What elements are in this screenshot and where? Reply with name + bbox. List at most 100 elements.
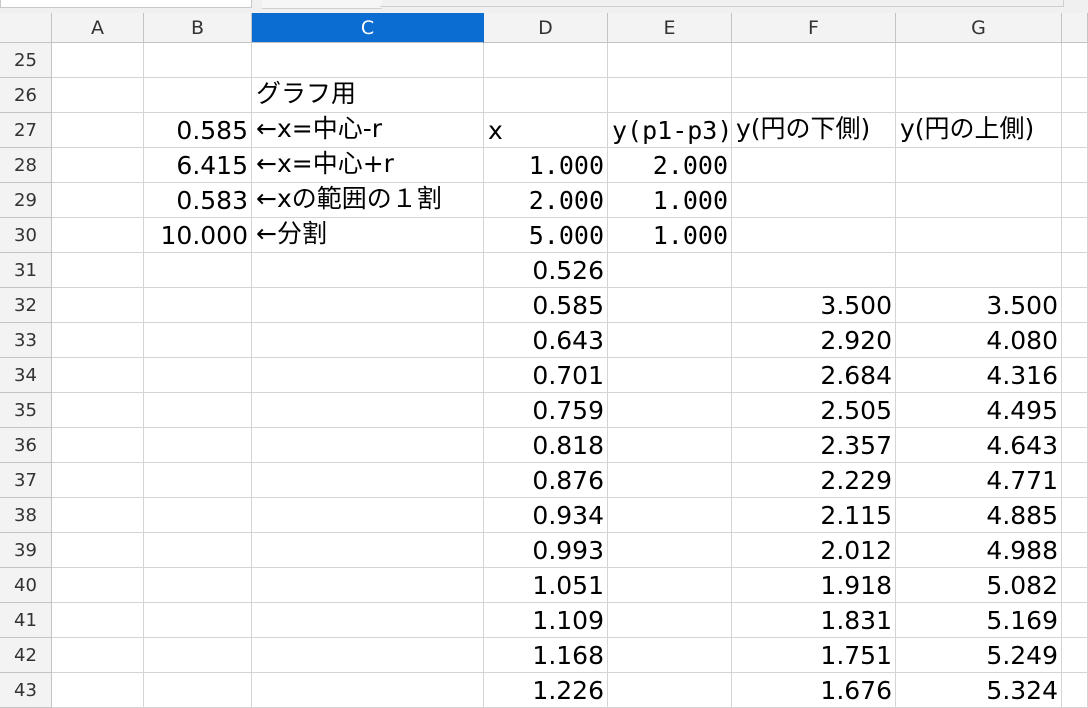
cell-d37[interactable]: 0.876 [484,463,608,498]
cell-f32[interactable]: 3.500 [732,288,896,323]
cell-b39[interactable] [144,533,252,568]
cell-c43[interactable] [252,673,484,708]
cell-e30[interactable]: 1.000 [608,218,732,253]
cell-a39[interactable] [52,533,144,568]
cell-g29[interactable] [896,183,1062,218]
cell-h30[interactable] [1062,218,1088,253]
cell-g42[interactable]: 5.249 [896,638,1062,673]
cell-b27[interactable]: 0.585 [144,113,252,148]
cell-c41[interactable] [252,603,484,638]
cell-c39[interactable] [252,533,484,568]
cell-f33[interactable]: 2.920 [732,323,896,358]
cell-f35[interactable]: 2.505 [732,393,896,428]
cell-a40[interactable] [52,568,144,603]
cell-g34[interactable]: 4.316 [896,358,1062,393]
row-header[interactable]: 41 [0,603,52,638]
cell-a25[interactable] [52,43,144,78]
cell-g35[interactable]: 4.495 [896,393,1062,428]
cell-e33[interactable] [608,323,732,358]
cell-e43[interactable] [608,673,732,708]
cell-e29[interactable]: 1.000 [608,183,732,218]
cell-c38[interactable] [252,498,484,533]
cell-d41[interactable]: 1.109 [484,603,608,638]
cell-d30[interactable]: 5.000 [484,218,608,253]
cell-f39[interactable]: 2.012 [732,533,896,568]
row-header[interactable]: 29 [0,183,52,218]
cell-h37[interactable] [1062,463,1088,498]
cell-e31[interactable] [608,253,732,288]
name-box[interactable] [0,0,252,8]
cell-a30[interactable] [52,218,144,253]
cell-g26[interactable] [896,78,1062,113]
cell-f30[interactable] [732,218,896,253]
cell-g25[interactable] [896,43,1062,78]
cell-b36[interactable] [144,428,252,463]
column-header-b[interactable]: B [144,13,252,43]
cell-h35[interactable] [1062,393,1088,428]
cell-g31[interactable] [896,253,1062,288]
cell-h41[interactable] [1062,603,1088,638]
row-header[interactable]: 39 [0,533,52,568]
column-header-g[interactable]: G [896,13,1062,43]
cell-g37[interactable]: 4.771 [896,463,1062,498]
row-header[interactable]: 40 [0,568,52,603]
cell-f34[interactable]: 2.684 [732,358,896,393]
cell-g32[interactable]: 3.500 [896,288,1062,323]
cell-b33[interactable] [144,323,252,358]
cell-f27[interactable]: y(円の下側) [732,113,896,148]
row-header[interactable]: 38 [0,498,52,533]
cell-e26[interactable] [608,78,732,113]
cell-h39[interactable] [1062,533,1088,568]
cell-c36[interactable] [252,428,484,463]
cell-f37[interactable]: 2.229 [732,463,896,498]
cell-g41[interactable]: 5.169 [896,603,1062,638]
cell-b28[interactable]: 6.415 [144,148,252,183]
cell-d42[interactable]: 1.168 [484,638,608,673]
cell-a41[interactable] [52,603,144,638]
cell-f25[interactable] [732,43,896,78]
cell-a33[interactable] [52,323,144,358]
cell-f28[interactable] [732,148,896,183]
cell-e36[interactable] [608,428,732,463]
cell-e28[interactable]: 2.000 [608,148,732,183]
cell-c28[interactable]: ←x=中心+r [252,148,484,183]
cell-f40[interactable]: 1.918 [732,568,896,603]
row-header[interactable]: 35 [0,393,52,428]
cell-b40[interactable] [144,568,252,603]
column-header-h[interactable] [1062,13,1088,43]
column-header-c[interactable]: C [252,13,484,43]
row-header[interactable]: 36 [0,428,52,463]
cell-e32[interactable] [608,288,732,323]
cell-d29[interactable]: 2.000 [484,183,608,218]
cell-a42[interactable] [52,638,144,673]
cell-d27[interactable]: x [484,113,608,148]
cell-b25[interactable] [144,43,252,78]
cell-h26[interactable] [1062,78,1088,113]
cell-b34[interactable] [144,358,252,393]
row-header[interactable]: 26 [0,78,52,113]
cell-f42[interactable]: 1.751 [732,638,896,673]
cell-a26[interactable] [52,78,144,113]
row-header[interactable]: 43 [0,673,52,708]
column-header-e[interactable]: E [608,13,732,43]
cell-g33[interactable]: 4.080 [896,323,1062,358]
cell-h32[interactable] [1062,288,1088,323]
cell-b42[interactable] [144,638,252,673]
cell-e41[interactable] [608,603,732,638]
cell-e37[interactable] [608,463,732,498]
cell-c25[interactable] [252,43,484,78]
cell-h34[interactable] [1062,358,1088,393]
column-header-a[interactable]: A [52,13,144,43]
cell-d35[interactable]: 0.759 [484,393,608,428]
cell-b38[interactable] [144,498,252,533]
formula-input[interactable] [380,6,1064,7]
cell-f41[interactable]: 1.831 [732,603,896,638]
cell-e40[interactable] [608,568,732,603]
cell-f36[interactable]: 2.357 [732,428,896,463]
cell-g28[interactable] [896,148,1062,183]
cell-c33[interactable] [252,323,484,358]
cell-g36[interactable]: 4.643 [896,428,1062,463]
cell-c30[interactable]: ←分割 [252,218,484,253]
cell-h43[interactable] [1062,673,1088,708]
row-header[interactable]: 42 [0,638,52,673]
